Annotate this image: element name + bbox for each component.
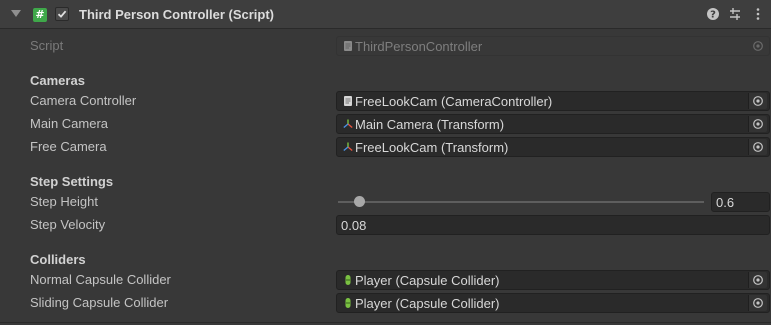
script-row: Script ThirdPersonController bbox=[0, 35, 771, 57]
main-camera-row: Main Camera Main Camera (Transform) bbox=[0, 113, 771, 135]
step-height-label: Step Height bbox=[30, 194, 98, 209]
object-picker-icon bbox=[753, 119, 763, 129]
free-camera-value: FreeLookCam (Transform) bbox=[355, 140, 509, 155]
step-height-row: Step Height 0.6 bbox=[0, 191, 771, 213]
sliding-capsule-collider-row: Sliding Capsule Collider Player (Capsule… bbox=[0, 292, 771, 314]
script-label: Script bbox=[30, 38, 64, 53]
component-header[interactable]: # Third Person Controller (Script) ? bbox=[0, 0, 771, 29]
free-camera-label: Free Camera bbox=[30, 139, 107, 154]
camera-controller-value: FreeLookCam (CameraController) bbox=[355, 94, 553, 109]
normal-capsule-collider-label: Normal Capsule Collider bbox=[30, 272, 171, 287]
step-settings-section-title: Step Settings bbox=[30, 174, 114, 189]
transform-icon bbox=[343, 119, 353, 129]
colliders-section-title: Colliders bbox=[30, 252, 86, 267]
camera-controller-picker-button[interactable] bbox=[748, 93, 767, 109]
normal-capsule-collider-field[interactable]: Player (Capsule Collider) bbox=[336, 270, 770, 290]
object-picker-icon bbox=[753, 41, 763, 51]
sliding-capsule-collider-picker-button[interactable] bbox=[748, 295, 767, 311]
free-camera-picker-button[interactable] bbox=[748, 139, 767, 155]
main-camera-label: Main Camera bbox=[30, 116, 109, 131]
main-camera-field[interactable]: Main Camera (Transform) bbox=[336, 114, 770, 134]
component-title: Third Person Controller (Script) bbox=[79, 7, 275, 22]
step-height-slider-thumb[interactable] bbox=[354, 196, 366, 207]
capsule-collider-icon bbox=[345, 275, 351, 285]
camera-controller-field[interactable]: FreeLookCam (CameraController) bbox=[336, 91, 770, 111]
step-height-slider-track[interactable] bbox=[338, 201, 704, 203]
script-component-icon bbox=[344, 96, 352, 106]
step-height-value-field[interactable]: 0.6 bbox=[711, 192, 770, 212]
step-velocity-field[interactable]: 0.08 bbox=[336, 215, 770, 235]
help-icon[interactable]: ? bbox=[705, 6, 721, 22]
camera-controller-row: Camera Controller FreeLookCam (CameraCon… bbox=[0, 90, 771, 112]
script-field: ThirdPersonController bbox=[336, 36, 770, 56]
sliding-capsule-collider-field[interactable]: Player (Capsule Collider) bbox=[336, 293, 770, 313]
svg-text:?: ? bbox=[710, 10, 716, 21]
component-bottom-divider bbox=[0, 322, 771, 323]
object-picker-icon bbox=[753, 298, 763, 308]
script-value: ThirdPersonController bbox=[355, 39, 483, 54]
camera-controller-label: Camera Controller bbox=[30, 93, 137, 108]
normal-capsule-collider-value: Player (Capsule Collider) bbox=[355, 273, 500, 288]
script-asset-icon bbox=[344, 41, 352, 51]
sliding-capsule-collider-value: Player (Capsule Collider) bbox=[355, 296, 500, 311]
step-velocity-label: Step Velocity bbox=[30, 217, 106, 232]
main-camera-value: Main Camera (Transform) bbox=[355, 117, 505, 132]
step-velocity-value: 0.08 bbox=[341, 218, 367, 233]
capsule-collider-icon bbox=[345, 298, 351, 308]
object-picker-button bbox=[749, 38, 767, 54]
object-picker-icon bbox=[753, 96, 763, 106]
transform-icon bbox=[343, 142, 353, 152]
object-picker-icon bbox=[753, 142, 763, 152]
cameras-section-title: Cameras bbox=[30, 73, 85, 88]
object-picker-icon bbox=[753, 275, 763, 285]
free-camera-row: Free Camera FreeLookCam (Transform) bbox=[0, 136, 771, 158]
script-component-icon: # bbox=[33, 8, 47, 22]
component-enable-checkbox[interactable] bbox=[55, 7, 69, 21]
presets-icon[interactable] bbox=[727, 6, 743, 22]
kebab-menu-icon[interactable] bbox=[750, 6, 766, 22]
normal-capsule-collider-picker-button[interactable] bbox=[748, 272, 767, 288]
free-camera-field[interactable]: FreeLookCam (Transform) bbox=[336, 137, 770, 157]
step-velocity-row: Step Velocity 0.08 bbox=[0, 214, 771, 236]
sliding-capsule-collider-label: Sliding Capsule Collider bbox=[30, 295, 169, 310]
main-camera-picker-button[interactable] bbox=[748, 116, 767, 132]
normal-capsule-collider-row: Normal Capsule Collider Player (Capsule … bbox=[0, 269, 771, 291]
checkmark-icon bbox=[57, 10, 67, 18]
foldout-arrow-icon[interactable] bbox=[11, 10, 21, 17]
step-height-value: 0.6 bbox=[716, 195, 735, 210]
